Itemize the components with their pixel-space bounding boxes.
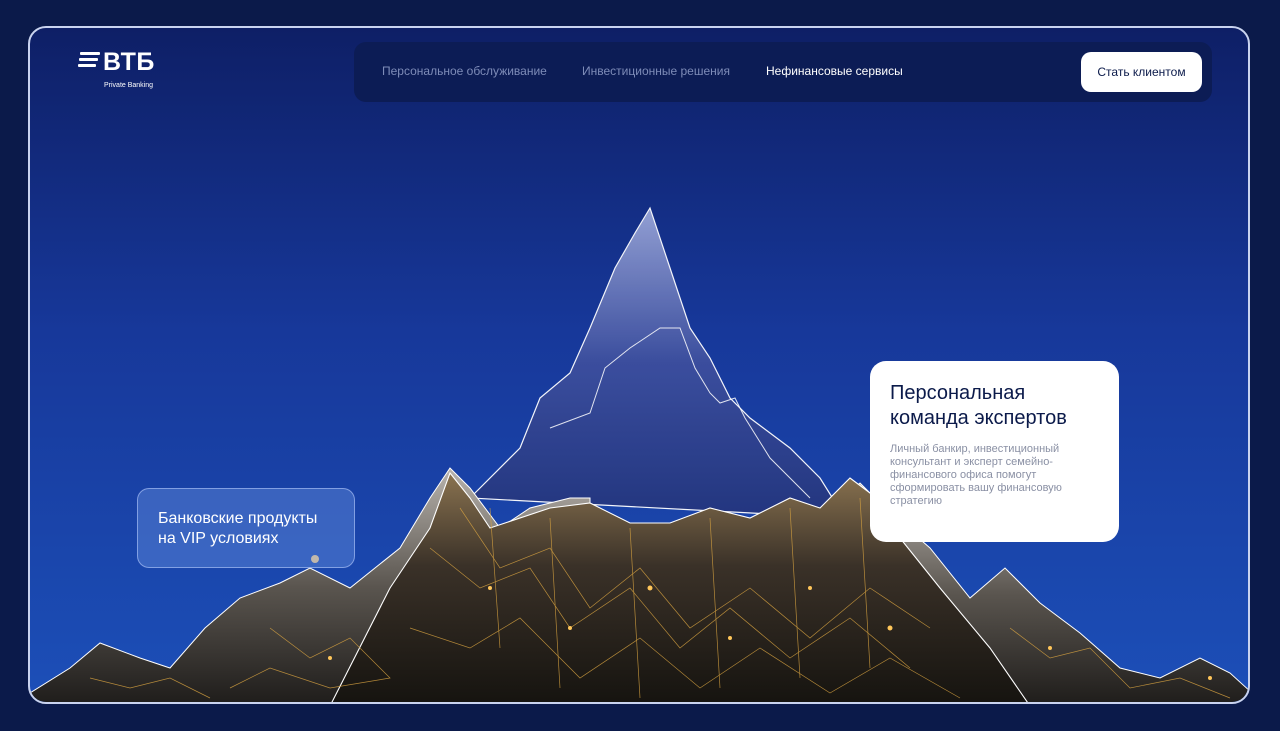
vtb-logo[interactable]: ВТБ Private Banking: [78, 48, 158, 96]
hero-frame: ВТБ Private Banking Персональное обслужи…: [28, 26, 1250, 704]
card-right-text-line-3: финансового офиса помогут: [890, 469, 1037, 481]
nav-item-personal-service[interactable]: Персональное обслуживание: [382, 64, 547, 78]
card-right-text-line-5: стратегию: [890, 495, 942, 507]
logo-subtitle: Private Banking: [104, 82, 154, 89]
become-client-button[interactable]: Стать клиентом: [1081, 52, 1202, 92]
card-right-title-line-1: Персональная: [890, 382, 1026, 404]
card-left-line-2: на VIP условиях: [158, 530, 279, 547]
logo-name: ВТБ: [103, 48, 155, 76]
card-right-text-line-4: сформировать вашу финансовую: [890, 482, 1062, 494]
card-right-text-line-2: консультант и эксперт семейно-: [890, 456, 1053, 468]
upper-peak: [468, 206, 847, 519]
nav-item-investment-solutions[interactable]: Инвестиционные решения: [582, 64, 730, 78]
nav-item-nonfinancial-services[interactable]: Нефинансовые сервисы: [766, 64, 903, 78]
card-vip-banking-products[interactable]: Банковские продукты на VIP условиях: [137, 488, 355, 568]
card-left-line-1: Банковские продукты: [158, 510, 318, 527]
card-right-title: Персональная команда экспертов: [890, 381, 1099, 431]
card-right-text-line-1: Личный банкир, инвестиционный: [890, 443, 1060, 455]
top-navigation: Персональное обслуживание Инвестиционные…: [354, 42, 1212, 102]
card-right-description: Личный банкир, инвестиционный консультан…: [890, 443, 1099, 508]
card-right-title-line-2: команда экспертов: [890, 407, 1067, 429]
card-personal-expert-team[interactable]: Персональная команда экспертов Личный ба…: [870, 361, 1119, 542]
logo-bars-icon: [78, 52, 100, 70]
